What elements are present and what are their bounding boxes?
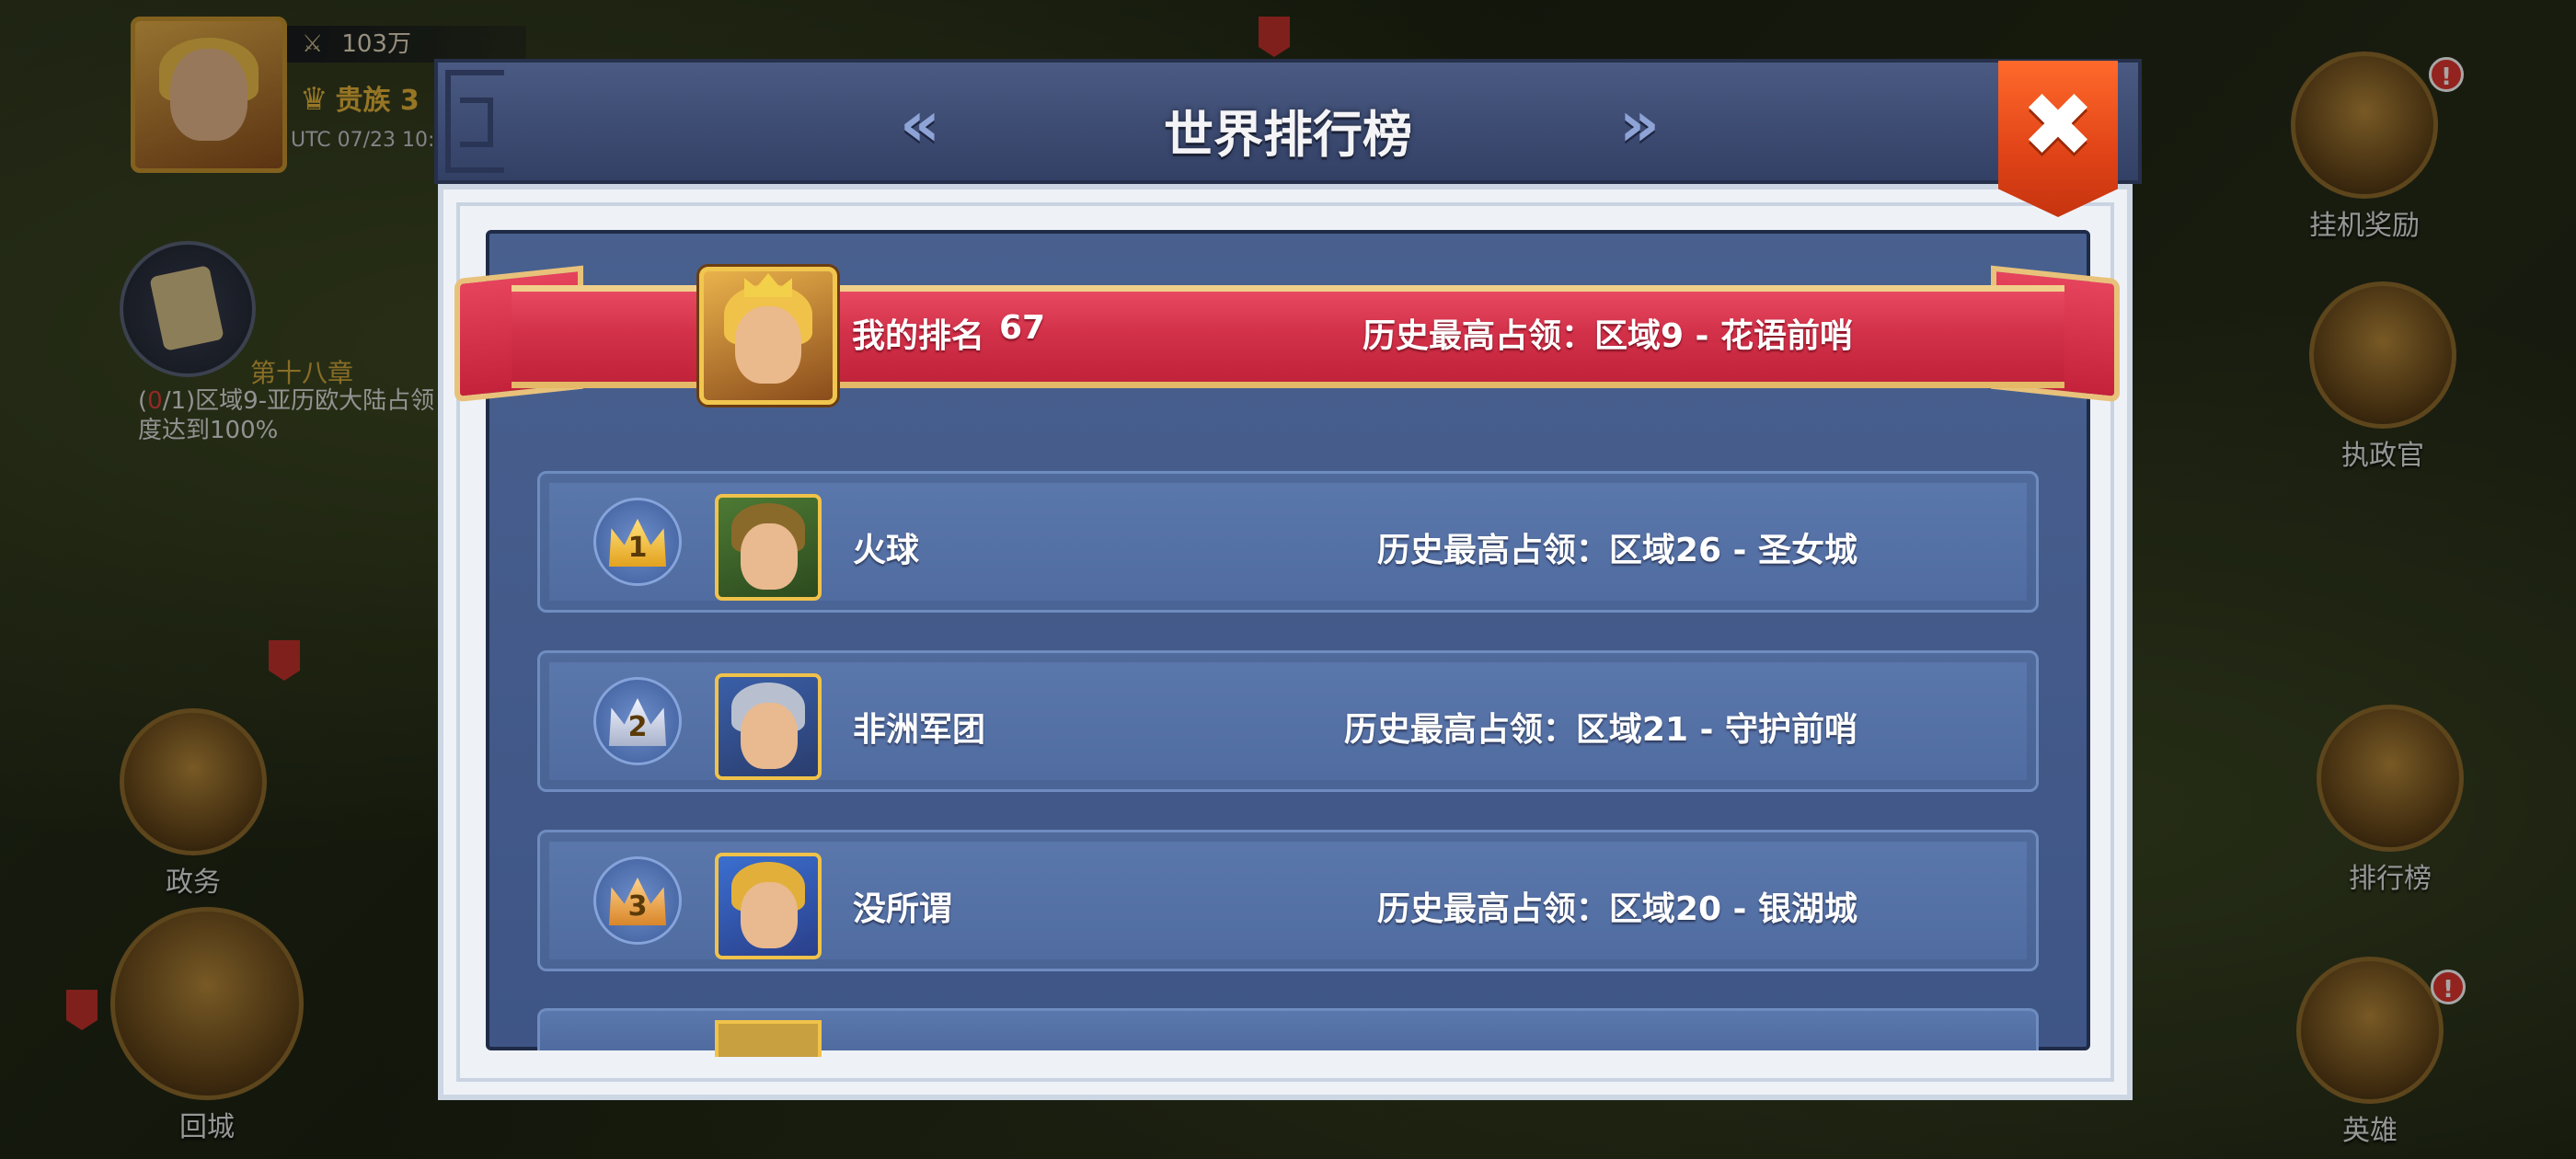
prev-page-arrow-icon[interactable]: « xyxy=(900,94,940,156)
dialog-title: 世界排行榜 xyxy=(1164,106,1412,164)
player-name: 没所谓 xyxy=(853,890,953,928)
ranking-row[interactable]: 3 没所谓 历史最高占领：区域20 - 银湖城 xyxy=(537,830,2039,971)
player-avatar[interactable] xyxy=(715,494,822,601)
player-name: 火球 xyxy=(853,532,920,569)
close-icon: ✖ xyxy=(2020,74,2096,177)
player-history: 历史最高占领：区域20 - 银湖城 xyxy=(1376,890,1857,928)
my-rank-label: 我的排名 xyxy=(852,317,985,355)
close-button[interactable]: ✖ xyxy=(1998,61,2118,217)
player-history: 历史最高占领：区域26 - 圣女城 xyxy=(1376,532,1857,569)
next-page-arrow-icon[interactable]: » xyxy=(1619,94,1660,156)
rank-2-crown-icon: 2 xyxy=(593,677,682,765)
ranking-row[interactable]: 1 火球 历史最高占领：区域26 - 圣女城 xyxy=(537,471,2039,613)
rank-1-crown-icon: 1 xyxy=(593,498,682,586)
player-avatar[interactable] xyxy=(715,673,822,780)
ranking-row-partial[interactable] xyxy=(537,1008,2039,1057)
my-rank-history: 历史最高占领：区域9 - 花语前哨 xyxy=(1362,317,1853,355)
player-avatar xyxy=(715,1020,822,1057)
my-avatar[interactable] xyxy=(699,267,837,405)
crown-icon xyxy=(744,273,792,297)
player-name: 非洲军团 xyxy=(853,711,986,749)
my-rank-value: 67 xyxy=(999,309,1046,347)
dialog-header: 世界排行榜 « » xyxy=(434,59,2142,184)
player-avatar[interactable] xyxy=(715,853,822,959)
ranking-row[interactable]: 2 非洲军团 历史最高占领：区域21 - 守护前哨 xyxy=(537,650,2039,792)
rank-3-crown-icon: 3 xyxy=(593,856,682,945)
player-history: 历史最高占领：区域21 - 守护前哨 xyxy=(1343,711,1857,749)
